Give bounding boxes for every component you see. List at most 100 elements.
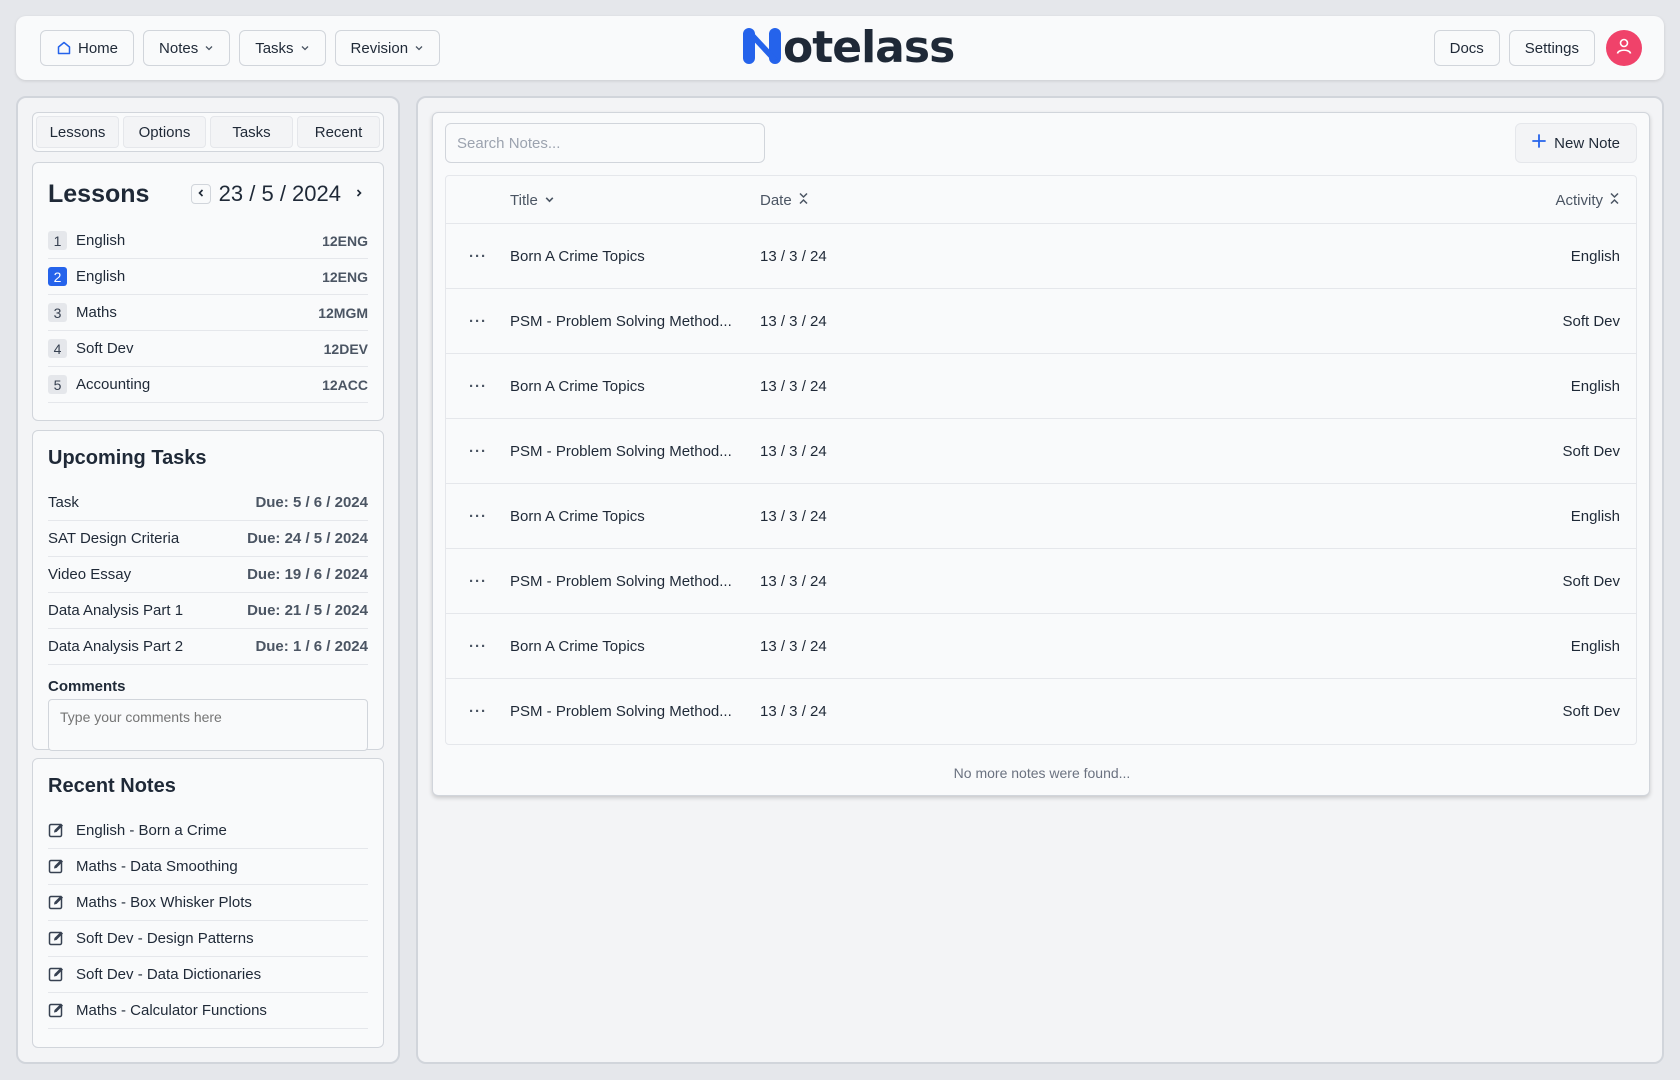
lesson-item[interactable]: 1 English 12ENG <box>48 223 368 259</box>
task-due: Due: 5 / 6 / 2024 <box>255 494 368 511</box>
tab-tasks[interactable]: Tasks <box>210 116 293 148</box>
lesson-code: 12DEV <box>323 340 368 357</box>
note-date-cell: 13 / 3 / 24 <box>760 443 827 460</box>
revision-label: Revision <box>350 39 409 57</box>
date-column-header[interactable]: Date <box>760 176 809 224</box>
tasks-label: Tasks <box>255 39 294 57</box>
recent-note-item[interactable]: Soft Dev - Data Dictionaries <box>48 957 368 993</box>
task-due: Due: 19 / 6 / 2024 <box>247 566 368 583</box>
row-options-button[interactable]: ··· <box>466 614 490 679</box>
lesson-number: 3 <box>48 303 67 322</box>
row-options-button[interactable]: ··· <box>466 354 490 419</box>
table-row[interactable]: ··· Born A Crime Topics 13 / 3 / 24 Engl… <box>446 614 1636 679</box>
row-options-button[interactable]: ··· <box>466 289 490 354</box>
task-name: Data Analysis Part 1 <box>48 602 184 619</box>
search-notes-input[interactable] <box>445 123 765 163</box>
activity-column-header[interactable]: Activity <box>1555 176 1620 224</box>
comments-label: Comments <box>48 678 126 695</box>
table-row[interactable]: ··· Born A Crime Topics 13 / 3 / 24 Engl… <box>446 224 1636 289</box>
lesson-item[interactable]: 2 English 12ENG <box>48 259 368 295</box>
chevron-down-icon <box>544 192 555 209</box>
edit-note-icon <box>48 858 65 875</box>
task-item[interactable]: Task Due: 5 / 6 / 2024 <box>48 485 368 521</box>
lesson-number: 5 <box>48 375 67 394</box>
lesson-item[interactable]: 5 Accounting 12ACC <box>48 367 368 403</box>
recent-notes-title: Recent Notes <box>48 775 176 797</box>
note-activity-cell: English <box>1570 508 1620 525</box>
note-title-cell: Born A Crime Topics <box>510 508 645 525</box>
title-column-header[interactable]: Title <box>510 176 555 224</box>
sidebar-panel: Lessons Options Tasks Recent Lessons 23 … <box>16 96 400 1064</box>
tab-lessons[interactable]: Lessons <box>36 116 119 148</box>
app-logo[interactable]: otelass <box>742 26 955 70</box>
task-item[interactable]: Video Essay Due: 19 / 6 / 2024 <box>48 557 368 593</box>
row-options-button[interactable]: ··· <box>466 224 490 289</box>
task-due: Due: 21 / 5 / 2024 <box>247 602 368 619</box>
tab-recent[interactable]: Recent <box>297 116 380 148</box>
note-title-cell: PSM - Problem Solving Method... <box>510 703 732 720</box>
lessons-title: Lessons <box>48 180 150 208</box>
new-note-button[interactable]: New Note <box>1515 123 1637 163</box>
task-item[interactable]: Data Analysis Part 1 Due: 21 / 5 / 2024 <box>48 593 368 629</box>
user-avatar-button[interactable] <box>1606 30 1642 66</box>
previous-day-button[interactable] <box>190 184 211 204</box>
table-row[interactable]: ··· Born A Crime Topics 13 / 3 / 24 Engl… <box>446 354 1636 419</box>
next-day-button[interactable] <box>349 184 369 204</box>
lesson-number: 2 <box>48 267 67 286</box>
home-button[interactable]: Home <box>40 30 135 66</box>
recent-note-item[interactable]: Soft Dev - Design Patterns <box>48 921 368 957</box>
row-options-button[interactable]: ··· <box>466 549 490 614</box>
sort-icon <box>1609 192 1620 209</box>
lesson-code: 12ENG <box>322 232 368 249</box>
chevron-down-icon <box>414 43 424 53</box>
lesson-item[interactable]: 3 Maths 12MGM <box>48 295 368 331</box>
lessons-list: 1 English 12ENG 2 English 12ENG 3 Maths … <box>48 223 368 403</box>
note-date-cell: 13 / 3 / 24 <box>760 508 827 525</box>
recent-note-item[interactable]: Maths - Calculator Functions <box>48 993 368 1029</box>
notes-menu-button[interactable]: Notes <box>143 30 231 66</box>
lesson-item[interactable]: 4 Soft Dev 12DEV <box>48 331 368 367</box>
home-label: Home <box>78 39 119 57</box>
user-icon <box>1614 36 1634 61</box>
tasks-menu-button[interactable]: Tasks <box>239 30 326 66</box>
table-row[interactable]: ··· PSM - Problem Solving Method... 13 /… <box>446 419 1636 484</box>
edit-note-icon <box>48 894 65 911</box>
recent-note-item[interactable]: English - Born a Crime <box>48 813 368 849</box>
table-row[interactable]: ··· Born A Crime Topics 13 / 3 / 24 Engl… <box>446 484 1636 549</box>
recent-note-item[interactable]: Maths - Data Smoothing <box>48 849 368 885</box>
tab-options[interactable]: Options <box>123 116 206 148</box>
row-options-button[interactable]: ··· <box>466 484 490 549</box>
task-name: Video Essay <box>48 566 132 583</box>
row-options-button[interactable]: ··· <box>466 679 490 744</box>
task-name: SAT Design Criteria <box>48 530 180 547</box>
tasks-list: Task Due: 5 / 6 / 2024 SAT Design Criter… <box>48 485 368 665</box>
sort-icon <box>798 192 809 209</box>
table-row[interactable]: ··· PSM - Problem Solving Method... 13 /… <box>446 289 1636 354</box>
table-row[interactable]: ··· PSM - Problem Solving Method... 13 /… <box>446 679 1636 744</box>
settings-button[interactable]: Settings <box>1508 30 1595 66</box>
task-due: Due: 24 / 5 / 2024 <box>247 530 368 547</box>
row-options-button[interactable]: ··· <box>466 419 490 484</box>
notes-card: New Note Title Date Activity <box>432 112 1650 796</box>
comments-field[interactable] <box>48 699 368 751</box>
note-title-cell: Born A Crime Topics <box>510 638 645 655</box>
note-title-cell: PSM - Problem Solving Method... <box>510 443 732 460</box>
lessons-card: Lessons 23 / 5 / 2024 1 English 12ENG 2 <box>32 162 384 421</box>
chevron-down-icon <box>204 43 214 53</box>
lesson-number: 4 <box>48 339 67 358</box>
revision-menu-button[interactable]: Revision <box>334 30 441 66</box>
task-item[interactable]: Data Analysis Part 2 Due: 1 / 6 / 2024 <box>48 629 368 665</box>
edit-note-icon <box>48 822 65 839</box>
notes-table: Title Date Activity ··· Born A Crime Top… <box>445 175 1637 745</box>
lesson-number: 1 <box>48 231 67 250</box>
note-title-cell: Born A Crime Topics <box>510 248 645 265</box>
date-navigator: 23 / 5 / 2024 <box>190 181 369 207</box>
docs-label: Docs <box>1449 39 1484 57</box>
recent-note-item[interactable]: Maths - Box Whisker Plots <box>48 885 368 921</box>
edit-note-icon <box>48 930 65 947</box>
docs-button[interactable]: Docs <box>1433 30 1500 66</box>
table-row[interactable]: ··· PSM - Problem Solving Method... 13 /… <box>446 549 1636 614</box>
lesson-name: English <box>76 268 126 285</box>
task-item[interactable]: SAT Design Criteria Due: 24 / 5 / 2024 <box>48 521 368 557</box>
notes-panel: New Note Title Date Activity <box>416 96 1664 1064</box>
